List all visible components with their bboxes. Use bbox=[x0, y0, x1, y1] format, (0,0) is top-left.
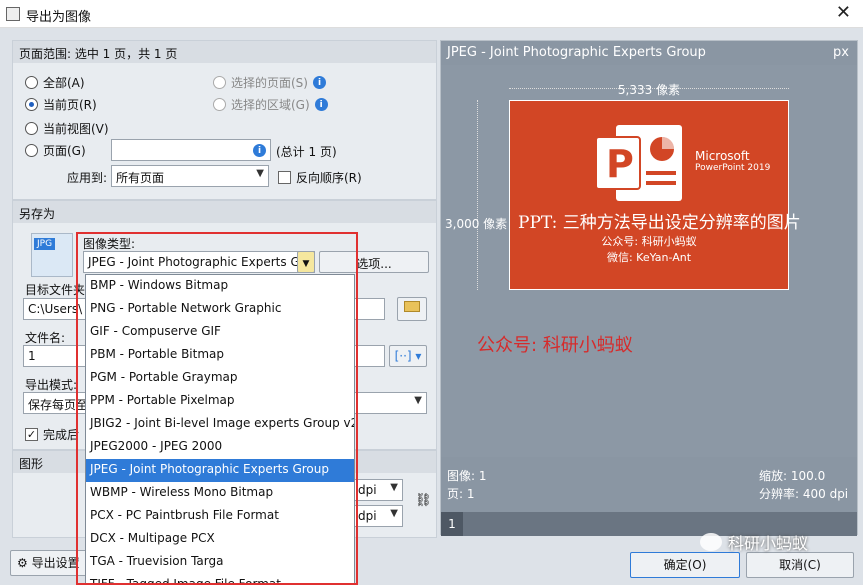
zoom-level: 缩放: 100.0 bbox=[759, 469, 826, 483]
dpi-select-2[interactable]: dpi ▼ bbox=[353, 505, 403, 527]
preview-format: JPEG - Joint Photographic Experts Group bbox=[447, 45, 706, 60]
page-range-header: 页面范围: 选中 1 页，共 1 页 bbox=[13, 41, 436, 63]
radio-pages[interactable]: 页面(G) bbox=[25, 142, 86, 159]
checkbox-box[interactable] bbox=[278, 171, 291, 184]
wechat-icon bbox=[700, 533, 722, 551]
filename-value: 1 bbox=[28, 349, 36, 363]
chevron-down-icon: ▼ bbox=[256, 168, 264, 179]
preview-header: JPEG - Joint Photographic Experts Group p… bbox=[441, 41, 857, 65]
radio-circle[interactable] bbox=[25, 76, 38, 89]
dpi-select-1[interactable]: dpi ▼ bbox=[353, 479, 403, 501]
folder-icon bbox=[404, 301, 420, 312]
radio-pages-label: 页面(G) bbox=[43, 144, 86, 158]
browse-folder-button[interactable] bbox=[397, 297, 427, 321]
slide-preview: P Microsoft PowerPoint 2019 PPT: 三种方法导出设… bbox=[509, 100, 801, 290]
reverse-order-label: 反向顺序(R) bbox=[296, 171, 362, 185]
powerpoint-label: PowerPoint 2019 bbox=[695, 163, 771, 173]
chevron-down-icon: ▼ bbox=[390, 482, 398, 493]
radio-all[interactable]: 全部(A) bbox=[25, 74, 85, 91]
radio-current-view[interactable]: 当前视图(V) bbox=[25, 120, 109, 137]
link-icon[interactable]: ⛓ bbox=[415, 493, 432, 508]
page-thumbnail[interactable]: 1 bbox=[441, 512, 463, 536]
title-bar: 导出为图像 ✕ bbox=[0, 0, 863, 28]
open-after-checkbox[interactable]: ✓ 完成后 bbox=[25, 426, 79, 443]
radio-circle[interactable] bbox=[25, 122, 38, 135]
apply-to-label: 应用到: bbox=[67, 171, 108, 185]
app-icon bbox=[6, 7, 20, 21]
apply-to-select[interactable]: 所有页面 ▼ bbox=[111, 165, 269, 187]
save-as-header: 另存为 bbox=[13, 201, 436, 223]
filename-macro-button[interactable]: [··] ▾ bbox=[389, 345, 427, 367]
image-count: 图像: 1 bbox=[447, 469, 487, 483]
target-folder-value: C:\Users\ bbox=[28, 302, 83, 316]
preview-unit: px bbox=[833, 45, 849, 60]
ok-button[interactable]: 确定(O) bbox=[630, 552, 740, 578]
radio-selected-pages-label: 选择的页面(S) bbox=[231, 76, 308, 90]
dpi-value-1: dpi bbox=[358, 483, 377, 497]
file-type-icon-label: JPG bbox=[34, 238, 56, 250]
height-dimension: 3,000 像素 bbox=[445, 217, 508, 231]
radio-current-view-label: 当前视图(V) bbox=[43, 122, 109, 136]
radio-selected-pages[interactable]: 选择的页面(S) i bbox=[213, 74, 326, 91]
preview-area[interactable]: 5,333 像素 3,000 像素 P Microsoft PowerPoint… bbox=[441, 65, 857, 457]
highlight-box bbox=[76, 232, 358, 585]
gear-icon: ⚙ bbox=[17, 556, 28, 570]
radio-selected-area[interactable]: 选择的区域(G) i bbox=[213, 96, 328, 113]
filename-label: 文件名: bbox=[25, 331, 66, 345]
height-dimension-line bbox=[477, 100, 478, 290]
watermark-text: 科研小蚂蚁 bbox=[728, 534, 809, 553]
info-icon[interactable]: i bbox=[253, 144, 266, 157]
close-icon[interactable]: ✕ bbox=[836, 2, 851, 23]
reverse-order-checkbox[interactable]: 反向顺序(R) bbox=[278, 169, 362, 186]
microsoft-label: Microsoft bbox=[695, 149, 750, 163]
slide-subtitle: 公众号: 科研小蚂蚁 bbox=[601, 235, 697, 248]
page-count: 页: 1 bbox=[447, 487, 475, 501]
cancel-button[interactable]: 取消(C) bbox=[746, 552, 854, 578]
preview-info: 图像: 1 页: 1 缩放: 100.0 分辨率: 400 dpi bbox=[441, 457, 857, 512]
pages-total: (总计 1 页) bbox=[276, 145, 337, 159]
radio-circle-selected[interactable] bbox=[25, 98, 38, 111]
info-icon[interactable]: i bbox=[314, 98, 328, 111]
window-title: 导出为图像 bbox=[26, 10, 92, 25]
open-after-label: 完成后 bbox=[43, 428, 80, 442]
radio-circle[interactable] bbox=[213, 98, 226, 111]
info-icon[interactable]: i bbox=[312, 76, 326, 89]
checkbox-box-checked[interactable]: ✓ bbox=[25, 428, 38, 441]
pages-input[interactable]: i bbox=[111, 139, 271, 161]
powerpoint-logo-icon: P bbox=[596, 125, 682, 201]
file-type-icon: JPG bbox=[31, 233, 73, 277]
radio-all-label: 全部(A) bbox=[43, 76, 85, 90]
export-mode-label: 导出模式: bbox=[25, 378, 78, 392]
slide-title: PPT: 三种方法导出设定分辨率的图片 bbox=[518, 213, 801, 233]
radio-circle[interactable] bbox=[25, 144, 38, 157]
export-settings-label: 导出设置 bbox=[31, 556, 80, 570]
preview-panel: JPEG - Joint Photographic Experts Group p… bbox=[440, 40, 858, 536]
chevron-down-icon: ▼ bbox=[414, 395, 422, 406]
radio-current-label: 当前页(R) bbox=[43, 98, 97, 112]
watermark: 科研小蚂蚁 bbox=[700, 530, 808, 554]
svg-text:P: P bbox=[606, 142, 634, 186]
overlay-annotation: 公众号: 科研小蚂蚁 bbox=[477, 335, 633, 356]
resolution: 分辨率: 400 dpi bbox=[759, 487, 849, 501]
slide-wechat: 微信: KeYan-Ant bbox=[606, 251, 692, 264]
apply-to-value: 所有页面 bbox=[116, 171, 165, 185]
page-range-panel: 页面范围: 选中 1 页，共 1 页 全部(A) 当前页(R) 当前视图(V) … bbox=[12, 40, 437, 200]
radio-current-page[interactable]: 当前页(R) bbox=[25, 96, 97, 113]
width-dimension: 5,333 像素 bbox=[617, 83, 681, 97]
radio-selected-area-label: 选择的区域(G) bbox=[231, 98, 310, 112]
dpi-value-2: dpi bbox=[358, 509, 377, 523]
radio-circle[interactable] bbox=[213, 76, 226, 89]
chevron-down-icon: ▼ bbox=[390, 508, 398, 519]
